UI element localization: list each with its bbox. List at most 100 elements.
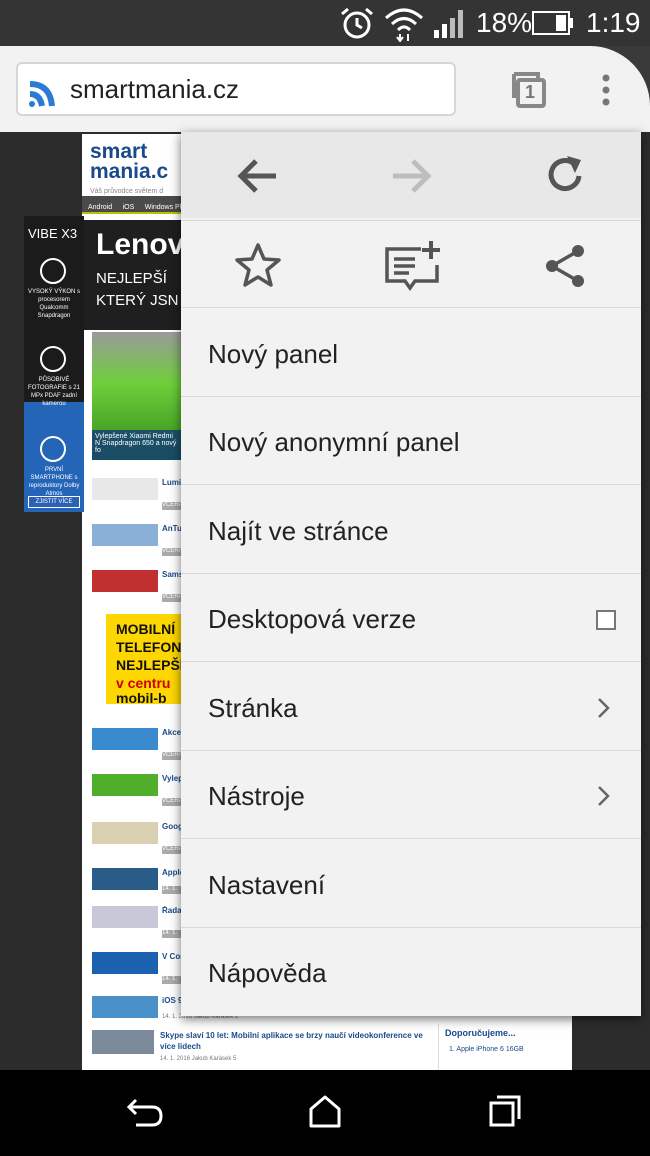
- menu-item-tools[interactable]: Nástroje: [181, 751, 641, 839]
- system-nav-bar: [0, 1070, 650, 1156]
- article-thumb: [92, 570, 158, 592]
- article-thumb: [92, 1030, 154, 1054]
- share-icon[interactable]: [543, 243, 587, 289]
- article-thumb: [92, 524, 158, 546]
- desktop-site-checkbox[interactable]: [596, 610, 616, 630]
- reading-list-add-icon[interactable]: [383, 239, 441, 291]
- hero-title: Lenov: [96, 228, 185, 261]
- signal-icon: [434, 10, 463, 38]
- url-text: smartmania.cz: [70, 74, 240, 104]
- screen: 18% 1:19 smartmania.cz 1 smart mania.c V…: [0, 0, 650, 1156]
- reload-icon[interactable]: [545, 154, 587, 196]
- article-meta: 14. 1.: [162, 886, 182, 894]
- menu-item-label: Nástroje: [208, 781, 305, 811]
- article-title[interactable]: Goog chyst: [162, 822, 182, 831]
- article-meta: 14. 1.: [162, 930, 182, 938]
- page-logo[interactable]: smart mania.c Váš průvodce světem d: [90, 141, 169, 202]
- menu-actions-row: [181, 220, 641, 308]
- bookmark-star-icon[interactable]: [235, 242, 281, 288]
- menu-item-page[interactable]: Stránka: [181, 663, 641, 751]
- page-nav-item[interactable]: Android: [88, 204, 112, 211]
- article-meta: VČERA: [162, 594, 183, 602]
- side-advert-feature: PRVNÍ SMARTPHONE s reproduktory Dolby At…: [28, 467, 80, 497]
- overflow-menu: Nový panel Nový anonymní panel Najít ve …: [181, 132, 641, 1016]
- article-meta: 14. 1.: [162, 976, 182, 984]
- menu-item-new-tab[interactable]: Nový panel: [181, 309, 641, 397]
- chevron-right-icon: [598, 786, 610, 806]
- menu-item-label: Nastavení: [208, 870, 326, 900]
- page-logo-line2: mania.c: [90, 160, 169, 183]
- article-title[interactable]: Řada vypa: [162, 906, 182, 915]
- battery-icon: [532, 11, 573, 35]
- side-advert[interactable]: VIBE X3 VYSOKÝ VÝKON s procesorem Qualco…: [24, 216, 84, 512]
- article-thumb: [92, 906, 158, 928]
- article-title[interactable]: Skype slaví 10 let: Mobilní aplikace se …: [160, 1030, 430, 1052]
- article-thumb: [92, 996, 158, 1018]
- advert-line: TELEFON: [116, 639, 182, 655]
- article-meta: VČERA: [162, 846, 183, 854]
- advert-text: MOBILNÍ TELEFON NEJLEPŠÍ v centru: [116, 620, 184, 692]
- tab-switcher-button[interactable]: 1: [508, 70, 548, 110]
- article-thumb: [92, 774, 158, 796]
- advert-line: NEJLEPŠÍ: [116, 657, 184, 673]
- article-thumb: [92, 868, 158, 890]
- menu-item-label: Stránka: [208, 693, 298, 723]
- chevron-right-icon: [598, 698, 610, 718]
- article-thumb: [92, 478, 158, 500]
- side-advert-feature: PŮSOBIVÉ FOTOGRAFIE s 21 MPx PDAF zadní …: [28, 377, 80, 407]
- list-item[interactable]: Skype slaví 10 let: Mobilní aplikace se …: [92, 1030, 432, 1070]
- article-title[interactable]: Lumi střec: [162, 478, 182, 487]
- menu-item-help[interactable]: Nápověda: [181, 928, 641, 1016]
- photo-icon: [40, 346, 66, 372]
- battery-percent: 18%: [476, 7, 533, 38]
- article-title[interactable]: Apple: [162, 868, 182, 877]
- article-thumb: [92, 728, 158, 750]
- home-icon[interactable]: [308, 1094, 342, 1128]
- overflow-menu-icon[interactable]: [598, 72, 614, 108]
- side-advert-title: VIBE X3: [28, 226, 78, 241]
- back-icon[interactable]: [126, 1094, 164, 1130]
- speaker-icon: [40, 436, 66, 462]
- advert-line: MOBILNÍ: [116, 621, 176, 637]
- article-title[interactable]: iOS 9: [162, 996, 182, 1005]
- wifi-icon: [385, 8, 423, 42]
- article-title[interactable]: Vylep fotoa: [162, 774, 182, 783]
- page-nav-item[interactable]: Windows Ph: [145, 204, 184, 211]
- menu-item-settings[interactable]: Nastavení: [181, 840, 641, 928]
- menu-item-label: Nový anonymní panel: [208, 427, 460, 457]
- menu-item-find-in-page[interactable]: Najít ve stránce: [181, 486, 641, 574]
- back-arrow-icon[interactable]: [236, 156, 278, 196]
- status-bar: 18% 1:19: [0, 0, 650, 46]
- article-title[interactable]: Akce 000 l: [162, 728, 182, 737]
- advert-line: v centru: [116, 675, 171, 691]
- recommend-box: Doporučujeme... 1. Apple iPhone 6 16GB: [438, 1024, 568, 1070]
- article-title[interactable]: AnTu násk: [162, 524, 182, 533]
- clock: 1:19: [586, 7, 641, 38]
- menu-item-label: Nápověda: [208, 958, 327, 988]
- article-meta: VČERA: [162, 752, 183, 760]
- site-logo-icon: [29, 81, 55, 107]
- tab-count: 1: [525, 82, 536, 102]
- menu-item-label: Desktopová verze: [208, 604, 417, 634]
- article-thumb: [92, 822, 158, 844]
- article-title[interactable]: V Cor pouz: [162, 952, 182, 961]
- advert-logo[interactable]: mobil-b: [116, 690, 167, 706]
- chip-icon: [40, 258, 66, 284]
- page-nav-item[interactable]: iOS: [123, 204, 135, 211]
- featured-article-caption[interactable]: Vylepšené Xiaomi Redmi N Snapdragon 650 …: [92, 430, 182, 460]
- article-title[interactable]: Sams 14nm: [162, 570, 182, 579]
- browser-toolbar: smartmania.cz 1: [0, 46, 650, 132]
- recommend-item[interactable]: 1. Apple iPhone 6 16GB: [449, 1046, 524, 1053]
- menu-item-new-incognito-tab[interactable]: Nový anonymní panel: [181, 397, 641, 485]
- article-thumb: [92, 952, 158, 974]
- recents-icon[interactable]: [488, 1094, 522, 1128]
- alarm-icon: [341, 7, 373, 39]
- forward-arrow-icon[interactable]: [391, 156, 433, 196]
- side-advert-cta-button[interactable]: ZJISTIT VÍCE: [28, 496, 80, 508]
- url-bar[interactable]: smartmania.cz: [16, 62, 456, 116]
- article-meta: 14. 1. 2016 Jakub Karásek 5: [160, 1056, 237, 1062]
- side-advert-feature: VYSOKÝ VÝKON s procesorem Qualcomm Snapd…: [27, 289, 81, 319]
- menu-item-label: Najít ve stránce: [208, 516, 389, 546]
- menu-item-label: Nový panel: [208, 339, 339, 369]
- menu-item-desktop-site[interactable]: Desktopová verze: [181, 574, 641, 662]
